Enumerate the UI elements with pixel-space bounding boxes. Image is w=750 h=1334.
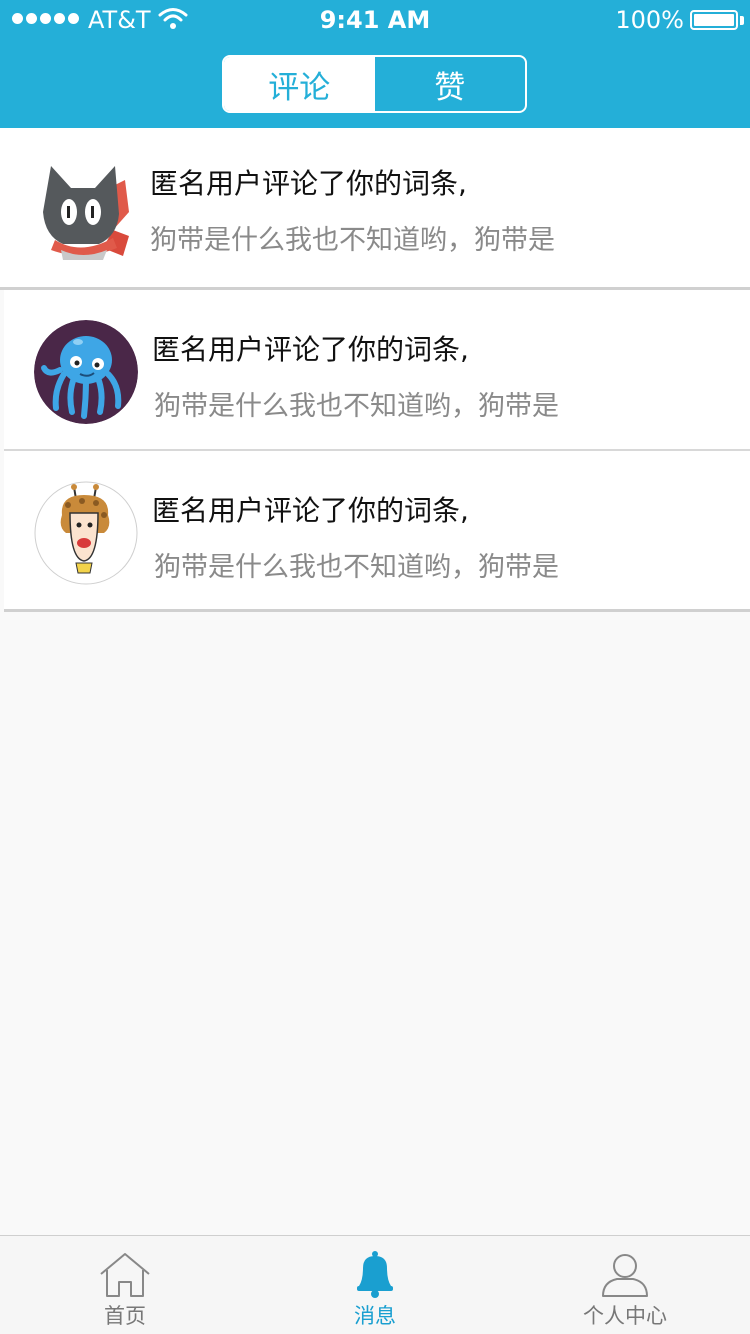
cat-avatar (43, 166, 129, 260)
tab-profile-label: 个人中心 (583, 1304, 667, 1328)
tab-home-label: 首页 (104, 1304, 146, 1328)
list-item[interactable]: 匿名用户评论了你的词条, 狗带是什么我也不知道哟，狗带是 (4, 290, 750, 451)
tab-home[interactable]: 首页 (0, 1236, 250, 1334)
battery-percent: 100% (615, 6, 684, 34)
giraffe-person-avatar (34, 481, 138, 585)
notification-title: 匿名用户评论了你的词条, (152, 333, 469, 366)
notification-preview: 狗带是什么我也不知道哟，狗带是 (154, 391, 559, 422)
battery-icon (690, 10, 738, 30)
notification-list: 匿名用户评论了你的词条, 狗带是什么我也不知道哟，狗带是 匿名用户评论了你的词条… (0, 128, 750, 612)
person-icon (602, 1254, 648, 1297)
notification-preview: 狗带是什么我也不知道哟，狗带是 (150, 225, 555, 256)
octopus-avatar (34, 320, 138, 424)
home-icon (100, 1253, 150, 1297)
bell-icon (357, 1251, 393, 1298)
tab-bar: 首页 消息 个人中心 (0, 1235, 750, 1334)
notification-title: 匿名用户评论了你的词条, (150, 167, 467, 200)
notification-preview: 狗带是什么我也不知道哟，狗带是 (154, 552, 559, 583)
nav-header: AT&T 9:41 AM 100% 评论 赞 (0, 0, 750, 128)
status-bar: AT&T 9:41 AM 100% (0, 0, 750, 40)
tab-profile[interactable]: 个人中心 (500, 1236, 750, 1334)
list-item[interactable]: 匿名用户评论了你的词条, 狗带是什么我也不知道哟，狗带是 (4, 451, 750, 612)
notification-title: 匿名用户评论了你的词条, (152, 494, 469, 527)
segmented-control: 评论 赞 (222, 55, 527, 113)
tab-messages[interactable]: 消息 (250, 1236, 500, 1334)
tab-messages-label: 消息 (354, 1304, 396, 1328)
tab-likes[interactable]: 赞 (375, 57, 526, 111)
list-item[interactable]: 匿名用户评论了你的词条, 狗带是什么我也不知道哟，狗带是 (0, 128, 750, 290)
tab-comments[interactable]: 评论 (224, 57, 375, 111)
battery-tip (740, 16, 744, 25)
